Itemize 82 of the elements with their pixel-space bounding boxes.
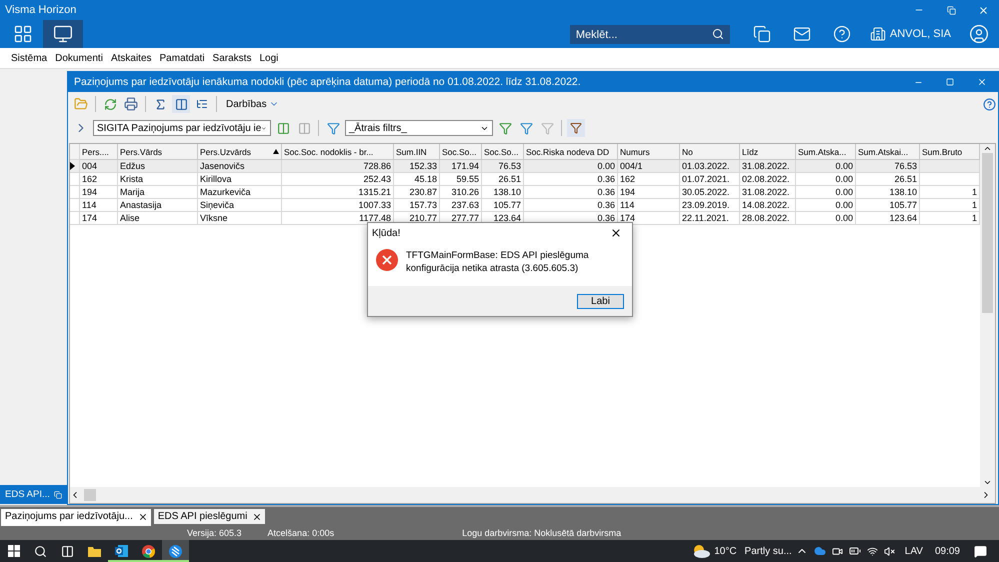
app-logo-icon xyxy=(169,544,182,558)
close-icon xyxy=(977,77,987,87)
menu-item[interactable]: Saraksts xyxy=(210,52,254,64)
task-view-icon xyxy=(61,544,74,558)
maximize-icon xyxy=(946,78,954,86)
menu-item[interactable]: Dokumenti xyxy=(52,52,106,64)
status-text: Versija: 605.3 xyxy=(187,528,242,538)
table-cell: 174 xyxy=(80,212,118,225)
table-cell: 0.00 xyxy=(796,212,856,225)
child-window-title: Paziņojums par iedzīvotāju ienākuma nodokli (pēc aprēķina datuma) periodā no 01.08.2022. līdz 31.08.2022. xyxy=(74,76,582,88)
notification-icon xyxy=(974,544,987,558)
battery-icon xyxy=(848,545,861,557)
status-text: Atcelšana: 0:00s xyxy=(268,528,334,538)
temperature-text: 10°C xyxy=(714,546,737,556)
report-select[interactable]: SIGITA Paziņojums par iedzīvotāju ie xyxy=(93,120,271,136)
horizontal-scrollbar[interactable] xyxy=(70,487,995,503)
table-cell: Alise xyxy=(118,212,198,225)
weather-icon xyxy=(692,544,710,558)
company-button[interactable]: ANVOL, SIA xyxy=(862,26,959,42)
taskbar-app[interactable] xyxy=(162,540,189,562)
minimized-window[interactable]: EDS API... xyxy=(0,485,67,504)
help-icon xyxy=(832,25,851,43)
filter-select[interactable]: _Ātrais filtrs_ xyxy=(345,120,493,136)
monitor-icon xyxy=(53,24,73,44)
restore-icon xyxy=(946,6,956,14)
row-pointer-icon xyxy=(70,162,75,170)
document-tab[interactable]: Paziņojums par iedzīvotāju... xyxy=(1,509,151,526)
grid-icon xyxy=(13,24,33,44)
table-row[interactable]: 194 Marija Mazurkeviča 1315.21 230.87 310.26 138.10 0.36 194 30.05.2022. 31.08.2022. 0.00 138.10 1 xyxy=(70,186,980,199)
table-cell: 123.64 xyxy=(856,212,920,225)
mail-app-icon xyxy=(115,545,128,557)
user-icon xyxy=(969,24,989,44)
search-icon xyxy=(712,28,724,40)
browser-icon xyxy=(142,544,155,558)
actions-menu[interactable]: Darbības xyxy=(222,98,283,110)
search-icon xyxy=(34,544,47,558)
folder-icon xyxy=(88,546,101,556)
close-icon xyxy=(978,4,988,16)
restore-icon xyxy=(54,490,62,498)
ok-button[interactable]: Labi xyxy=(577,294,624,308)
status-text: Logu darbvirsma: Noklusētā darbvirsma xyxy=(462,528,622,538)
cloud-icon xyxy=(814,545,826,557)
windows-logo-icon xyxy=(8,545,20,557)
wifi-icon xyxy=(866,546,878,556)
table-cell: Vīksne xyxy=(198,212,282,225)
windows-icon xyxy=(752,25,771,43)
scroll-thumb[interactable] xyxy=(982,153,993,313)
search-field[interactable]: Meklēt... xyxy=(570,25,730,44)
scroll-down-icon xyxy=(983,478,992,487)
menu-item[interactable]: Sistēma xyxy=(8,52,50,64)
mail-icon xyxy=(792,25,811,43)
table-row[interactable]: 114 Anastasija Siņeviča 1007.33 157.73 237.63 105.77 0.36 114 23.09.2019. 14.08.2022. 0.00 105.77 1 xyxy=(70,199,980,212)
menu-item[interactable]: Logi xyxy=(256,52,282,64)
document-window-button[interactable] xyxy=(43,20,83,48)
language-indicator[interactable]: LAV xyxy=(904,546,923,556)
filter-settings-icon[interactable] xyxy=(567,119,585,137)
close-icon xyxy=(138,512,148,522)
camera-icon xyxy=(832,546,843,556)
scroll-up-icon xyxy=(983,144,992,153)
menu-item[interactable]: Pamatdati xyxy=(156,52,208,64)
close-icon xyxy=(610,227,622,239)
error-message: TFTGMainFormBase: EDS API pieslēguma konfigurācija netika atrasta (3.605.605.3) xyxy=(406,249,590,276)
table-row[interactable]: 004 Edžus Jasenovičs 728.86 152.33 171.94 76.53 0.00 004/1 01.03.2022. 31.08.2022. 0.00 76.53 xyxy=(70,160,980,173)
weather-text: Partly su... xyxy=(744,546,792,556)
building-icon xyxy=(870,26,886,42)
scroll-thumb[interactable] xyxy=(84,489,96,501)
clock-text: 09:09 xyxy=(934,546,960,556)
sort-arrow-icon xyxy=(273,149,279,154)
table-cell: 22.11.2021. xyxy=(680,212,740,225)
table-cell: 28.08.2022. xyxy=(740,212,796,225)
mute-icon xyxy=(884,546,895,556)
columns-icon[interactable] xyxy=(172,95,190,113)
menu-item[interactable]: Atskaites xyxy=(108,52,155,64)
error-icon xyxy=(376,249,398,271)
close-icon xyxy=(252,512,262,522)
table-row[interactable]: 174 Alise Vīksne 1177.48 210.77 277.77 123.64 0.36 174 22.11.2021. 28.08.2022. 0.00 123.64 1 xyxy=(70,212,980,225)
print-icon[interactable] xyxy=(122,95,140,113)
dialog-title: Kļūda! xyxy=(372,228,400,238)
document-tab[interactable]: EDS API pieslēgumi xyxy=(154,509,266,526)
table-row[interactable]: 162 Krista Kirillova 252.43 45.18 59.55 26.51 0.36 162 01.07.2021. 02.08.2022. 0.00 26.51 xyxy=(70,173,980,186)
window-title: Visma Horizon xyxy=(5,4,78,16)
vertical-scrollbar[interactable] xyxy=(980,144,995,487)
